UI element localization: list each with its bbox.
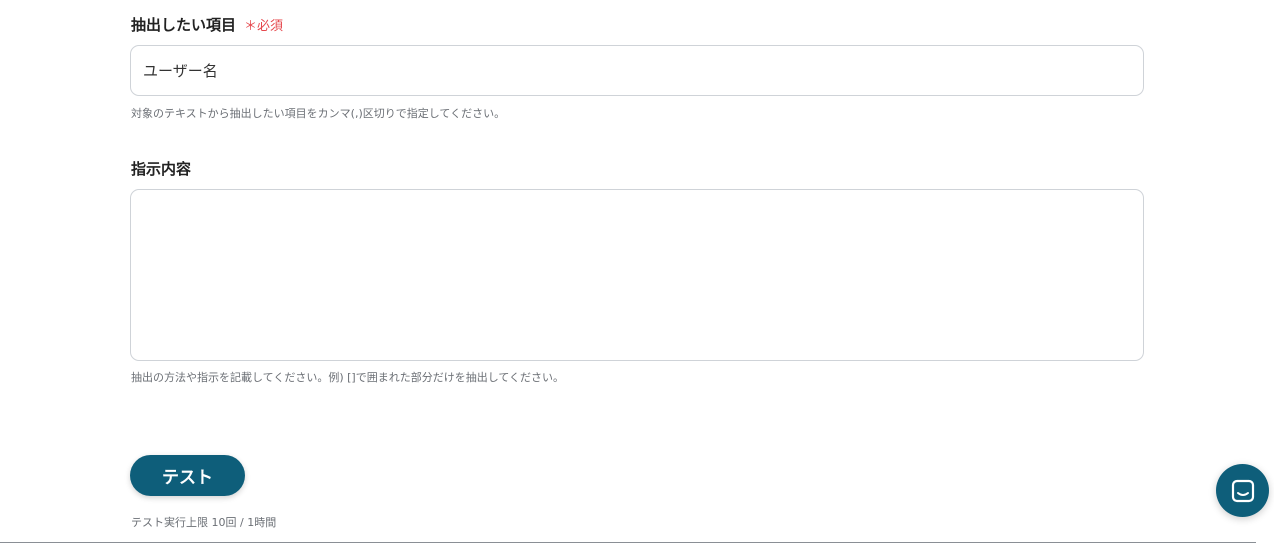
extraction-settings-form: 抽出したい項目 ＊必須 対象のテキストから抽出したい項目をカンマ(,)区切りで指定… [0, 0, 1274, 543]
test-button[interactable]: テスト [130, 455, 245, 496]
chat-launcher-button[interactable] [1216, 464, 1269, 517]
instructions-textarea[interactable] [130, 189, 1144, 361]
extract-items-label: 抽出したい項目 ＊必須 [131, 14, 283, 35]
required-badge: ＊必須 [244, 19, 284, 34]
instructions-label: 指示内容 [131, 160, 192, 178]
extract-items-label-text: 抽出したい項目 [131, 16, 237, 34]
chat-icon [1230, 478, 1256, 504]
extract-items-help: 対象のテキストから抽出したい項目をカンマ(,)区切りで指定してください。 [131, 107, 506, 120]
instructions-help: 抽出の方法や指示を記載してください。例) []で囲まれた部分だけを抽出してくださ… [131, 371, 565, 384]
test-limit-text: テスト実行上限 10回 / 1時間 [131, 516, 277, 529]
extract-items-input[interactable] [130, 45, 1144, 96]
